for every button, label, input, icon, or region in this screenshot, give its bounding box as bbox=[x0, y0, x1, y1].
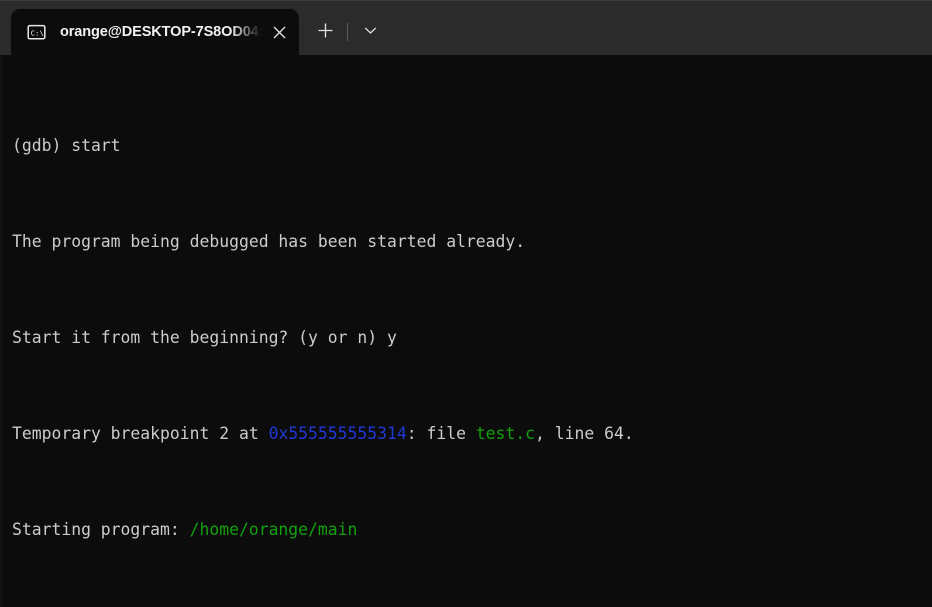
source-file-name: test.c bbox=[475, 424, 536, 443]
console-cmd-icon: C:\ bbox=[27, 23, 46, 42]
tab-dropdown-button[interactable] bbox=[353, 14, 387, 50]
terminal-line: Starting program: /home/orange/main bbox=[12, 520, 358, 539]
plus-icon bbox=[317, 22, 334, 43]
toolbar-divider bbox=[347, 23, 349, 41]
terminal-line: Temporary breakpoint 2 at 0x555555555314… bbox=[12, 424, 634, 443]
new-tab-button[interactable] bbox=[308, 14, 342, 50]
terminal-tab[interactable]: C:\ orange@DESKTOP-7S8OD04: bbox=[11, 9, 300, 55]
terminal-window: C:\ orange@DESKTOP-7S8OD04: (gdb) start … bbox=[0, 0, 932, 607]
svg-text:C:\: C:\ bbox=[31, 28, 44, 37]
tab-title: orange@DESKTOP-7S8OD04: bbox=[60, 24, 264, 40]
terminal-pane[interactable]: (gdb) start The program being debugged h… bbox=[0, 55, 932, 607]
breakpoint-line-number: 64 bbox=[604, 424, 624, 443]
terminal-line: The program being debugged has been star… bbox=[12, 232, 526, 251]
tab-strip: C:\ orange@DESKTOP-7S8OD04: bbox=[0, 1, 387, 55]
chevron-down-icon bbox=[363, 23, 378, 42]
title-bar: C:\ orange@DESKTOP-7S8OD04: bbox=[0, 0, 932, 55]
terminal-line: (gdb) start bbox=[12, 136, 121, 155]
breakpoint-address: 0x555555555314 bbox=[268, 424, 407, 443]
terminal-screen: (gdb) start The program being debugged h… bbox=[3, 62, 932, 607]
terminal-line: Start it from the beginning? (y or n) y bbox=[12, 328, 397, 347]
program-path: /home/orange/main bbox=[189, 520, 358, 539]
close-icon[interactable] bbox=[263, 17, 295, 47]
